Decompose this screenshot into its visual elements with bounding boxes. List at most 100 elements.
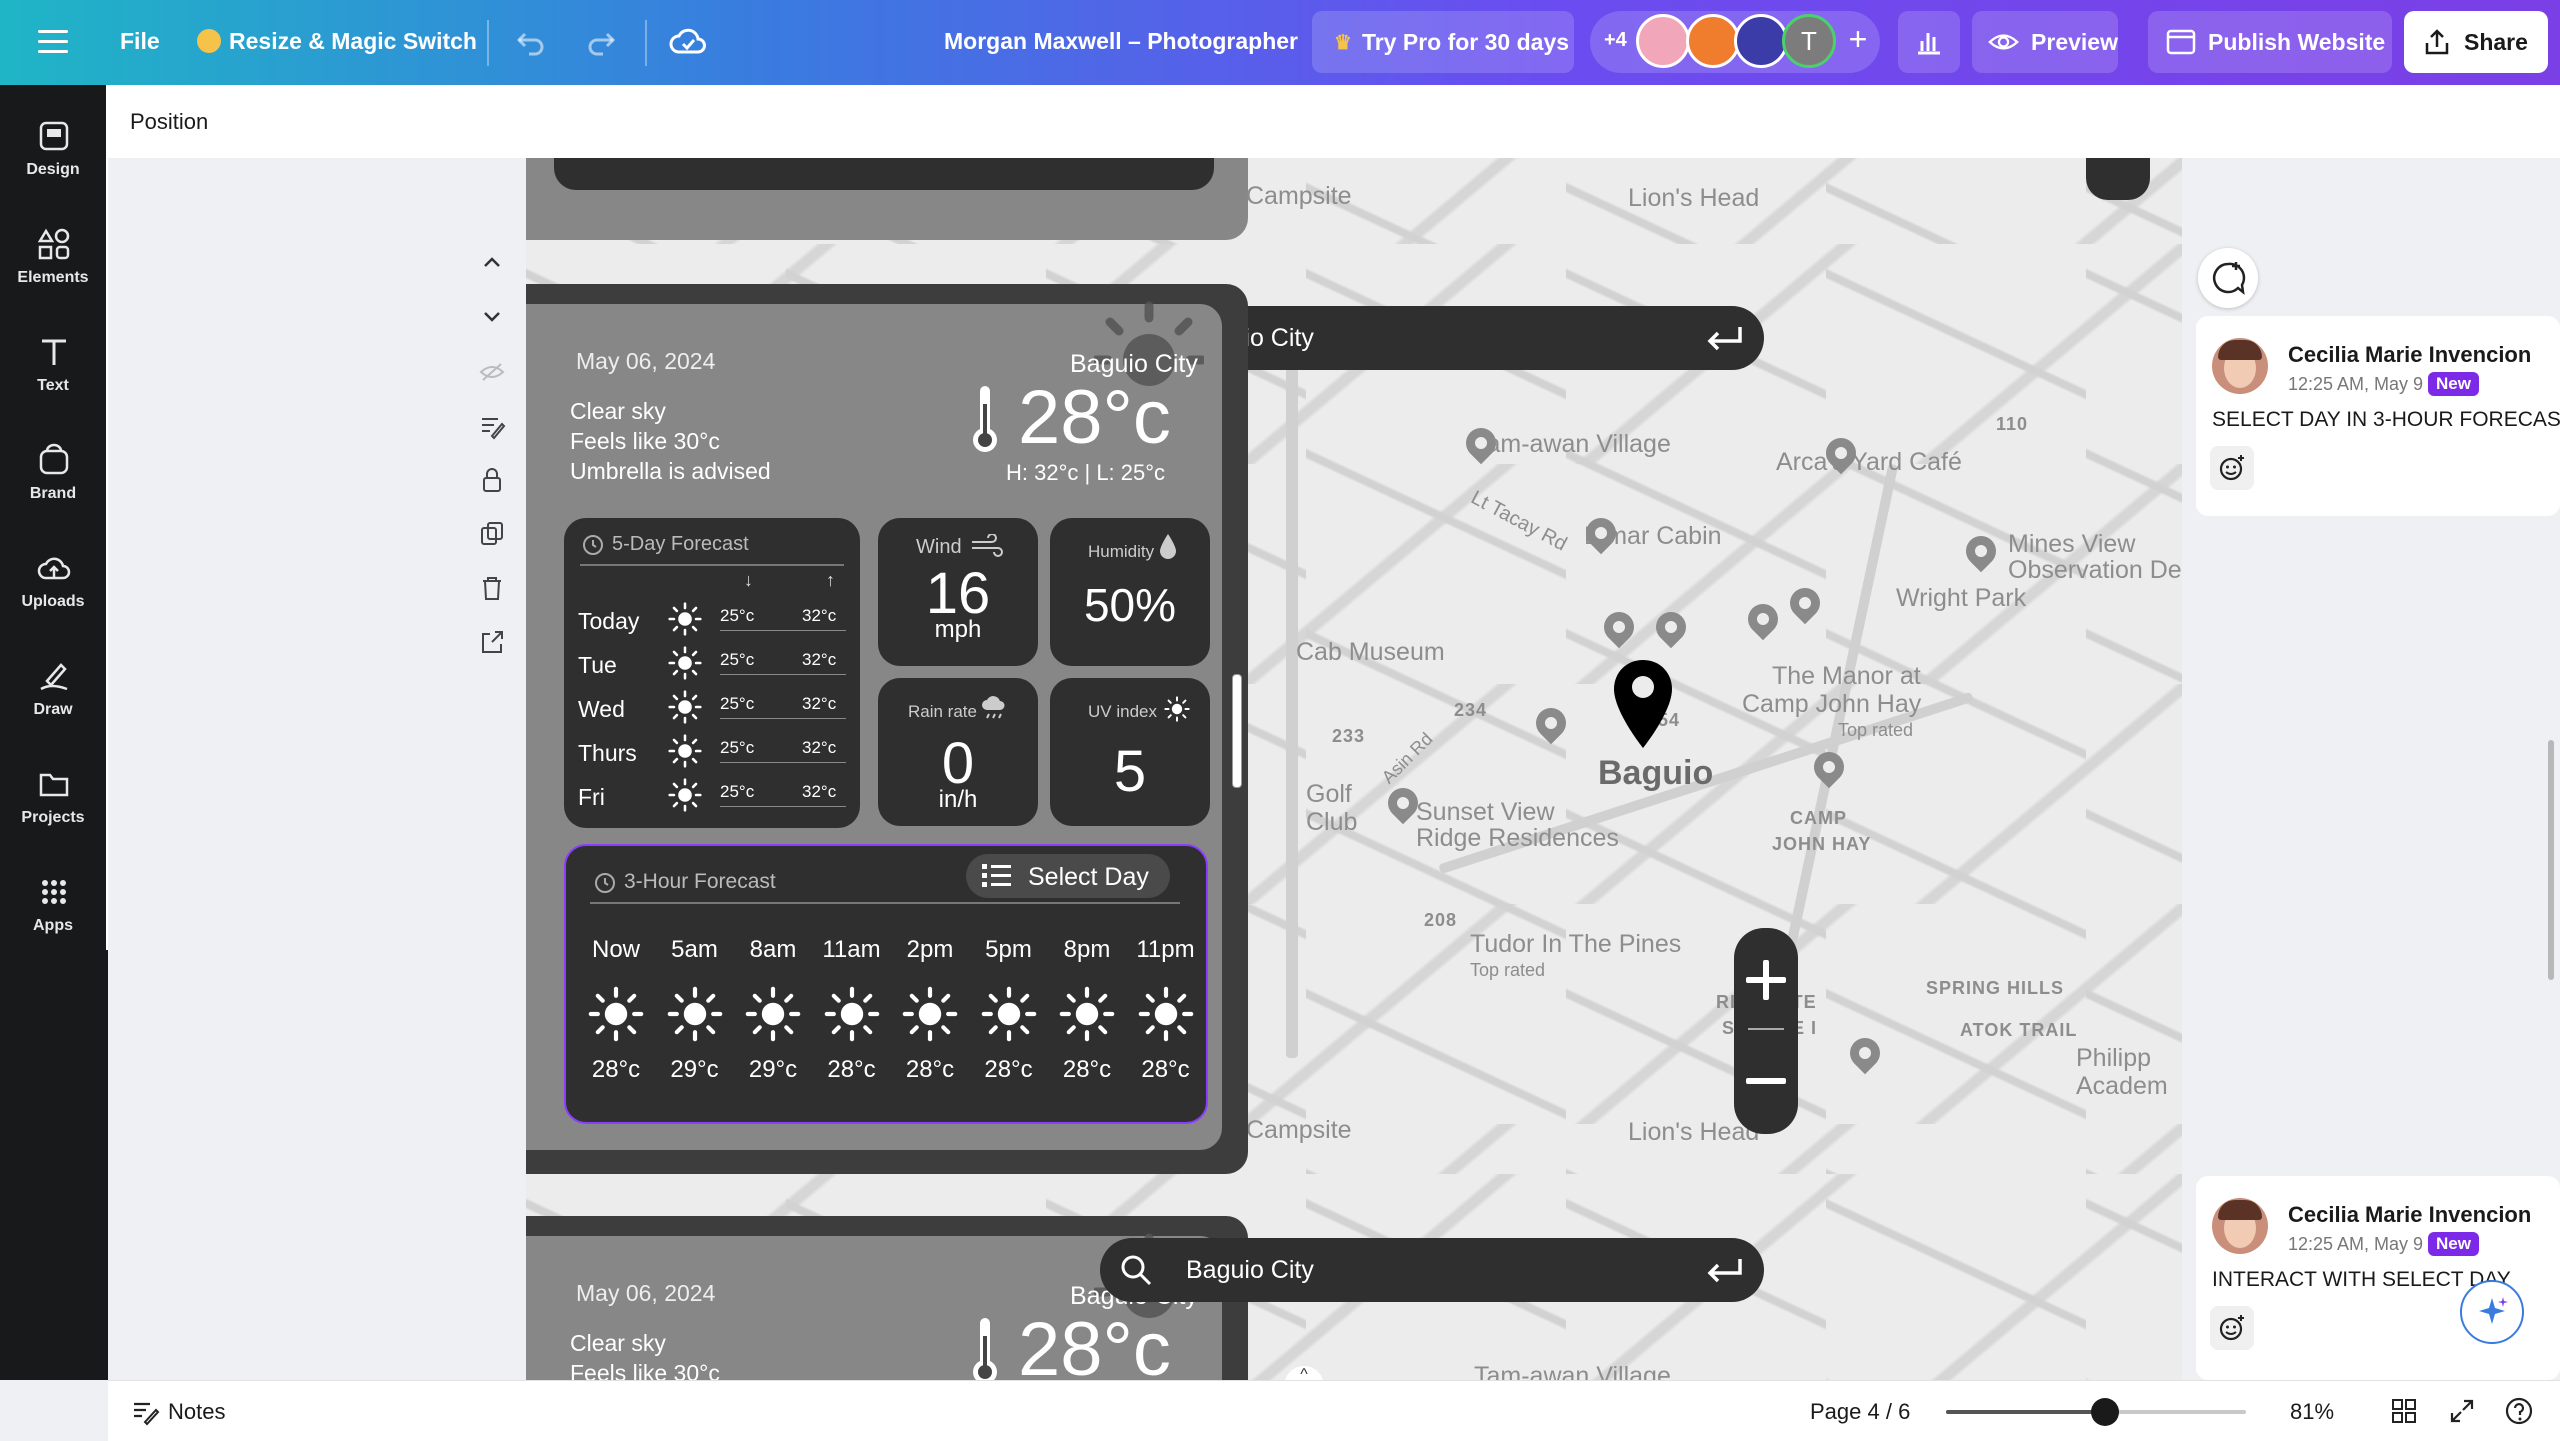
wind-tile[interactable]: Wind 16 mph xyxy=(878,518,1038,666)
crown-icon xyxy=(197,29,221,53)
hourly-forecast-item[interactable]: 5pm 28°c xyxy=(971,936,1047,1106)
comment-card[interactable]: Cecilia Marie Invencion 12:25 AM, May 9 … xyxy=(2196,1176,2560,1380)
location-marker-icon[interactable] xyxy=(1612,658,1674,750)
hourly-forecast-item[interactable]: 11am 28°c xyxy=(814,936,890,1106)
weather-date: May 06, 2024 xyxy=(576,348,716,374)
avatar[interactable] xyxy=(1636,14,1690,68)
preview-button[interactable]: Preview xyxy=(1972,11,2118,73)
sidebar-item-design[interactable]: Design xyxy=(0,107,106,207)
delete-icon[interactable] xyxy=(478,574,506,602)
weather-condition: Clear sky xyxy=(570,1330,666,1356)
forecast-day-row[interactable]: Fri 25°c 32°c xyxy=(564,776,860,816)
zoom-slider-thumb[interactable] xyxy=(2091,1398,2119,1426)
hour-label: Now xyxy=(591,936,640,963)
file-menu[interactable]: File xyxy=(120,28,160,55)
new-badge: New xyxy=(2428,1232,2479,1256)
comment-card[interactable]: Cecilia Marie Invencion 12:25 AM, May 9 … xyxy=(2196,316,2560,516)
forecast-day-row[interactable]: Wed 25°c 32°c xyxy=(564,688,860,728)
forecast-panel-previous xyxy=(554,158,1214,190)
avatar[interactable]: T xyxy=(1782,14,1836,68)
design-canvas[interactable]: Campsite Lion's Head Tam-awan Village Ar… xyxy=(108,158,2182,1380)
map-label: Philipp xyxy=(2076,1044,2152,1072)
avatar-letter: T xyxy=(1801,26,1817,56)
hourly-forecast-item[interactable]: 8am 29°c xyxy=(735,936,811,1106)
add-reaction-icon[interactable] xyxy=(2210,1306,2254,1350)
notes-button[interactable]: Notes xyxy=(168,1399,225,1425)
sidebar-item-elements[interactable]: Elements xyxy=(0,215,106,315)
droplet-icon xyxy=(1160,534,1176,559)
rain-rate-tile[interactable]: Rain rate 0 in/h xyxy=(878,678,1038,826)
select-day-button[interactable]: Select Day xyxy=(966,854,1170,898)
forecast-day-row[interactable]: Today 25°c 32°c xyxy=(564,600,860,640)
sidebar-item-uploads[interactable]: Uploads xyxy=(0,539,106,639)
five-day-forecast-panel[interactable]: 5-Day Forecast ↓ ↑ Today 25°c 32°c Tue 25°c 3… xyxy=(564,518,860,828)
hide-icon[interactable] xyxy=(478,358,506,386)
document-title[interactable]: Morgan Maxwell – Photographer xyxy=(944,28,1298,55)
try-pro-button[interactable]: ♛ Try Pro for 30 days xyxy=(1312,11,1574,73)
export-icon[interactable] xyxy=(478,628,506,656)
zoom-divider xyxy=(1748,1028,1784,1030)
page-up-icon[interactable] xyxy=(480,250,504,274)
sidebar-item-draw[interactable]: Draw xyxy=(0,647,106,747)
hourly-forecast-item[interactable]: 11pm 28°c xyxy=(1128,936,1204,1106)
sidebar-item-apps[interactable]: Apps xyxy=(0,863,106,963)
sidebar-item-projects[interactable]: Projects xyxy=(0,755,106,855)
duplicate-icon[interactable] xyxy=(478,520,506,548)
enter-arrow-icon[interactable] xyxy=(1704,1255,1744,1285)
map-search-bar[interactable]: Baguio City xyxy=(1100,1238,1764,1302)
hourly-forecast-item[interactable]: 5am 29°c xyxy=(657,936,733,1106)
share-button[interactable]: Share xyxy=(2404,11,2548,73)
sun-icon xyxy=(745,986,801,1042)
forecast-day-row[interactable]: Thurs 25°c 32°c xyxy=(564,732,860,772)
grid-view-icon[interactable] xyxy=(2390,1397,2418,1425)
forecast-low: 25°c xyxy=(720,606,755,625)
three-hour-forecast-panel[interactable]: 3-Hour Forecast Select Day Now 28°c 5am 29°… xyxy=(564,844,1208,1124)
add-collaborator-icon[interactable]: + xyxy=(1843,23,1873,55)
zoom-in-icon[interactable] xyxy=(1746,960,1786,1000)
lock-icon[interactable] xyxy=(478,466,506,494)
divider xyxy=(487,20,489,66)
hourly-forecast-item[interactable]: 2pm 28°c xyxy=(892,936,968,1106)
notes-icon[interactable] xyxy=(130,1396,160,1426)
uv-index-tile[interactable]: UV index 5 xyxy=(1050,678,1210,826)
zoom-out-icon[interactable] xyxy=(1746,1078,1786,1084)
wind-label: Wind xyxy=(916,536,962,558)
sidebar-item-brand[interactable]: Brand xyxy=(0,431,106,531)
bar-chart-icon xyxy=(1918,33,1940,55)
redo-icon[interactable] xyxy=(583,24,619,60)
add-reaction-icon[interactable] xyxy=(2210,446,2254,490)
map-label: Tam-awan Village xyxy=(1474,1362,1671,1380)
publish-website-button[interactable]: Publish Website xyxy=(2148,11,2392,73)
fullscreen-icon[interactable] xyxy=(2448,1397,2476,1425)
zoom-slider[interactable] xyxy=(1946,1398,2246,1426)
avatar[interactable] xyxy=(2212,338,2268,394)
hourly-forecast-item[interactable]: Now 28°c xyxy=(578,936,654,1106)
page-indicator[interactable]: Page 4 / 6 xyxy=(1810,1399,1910,1425)
hourly-forecast-item[interactable]: 8pm 28°c xyxy=(1049,936,1125,1106)
hour-temperature: 28°c xyxy=(827,1056,876,1083)
map-search-value[interactable]: Baguio City xyxy=(1186,1256,1314,1285)
resize-magic-switch-button[interactable]: Resize & Magic Switch xyxy=(229,28,477,55)
avatar[interactable] xyxy=(1686,14,1740,68)
edit-notes-icon[interactable] xyxy=(478,412,506,440)
zoom-level[interactable]: 81% xyxy=(2290,1399,2334,1425)
help-icon[interactable] xyxy=(2504,1396,2534,1426)
page-down-icon[interactable] xyxy=(480,304,504,328)
insights-button[interactable] xyxy=(1898,11,1960,73)
sidebar-item-text[interactable]: Text xyxy=(0,323,106,423)
avatar[interactable] xyxy=(1734,14,1788,68)
menu-icon[interactable] xyxy=(38,28,68,54)
add-comment-icon[interactable] xyxy=(2198,248,2258,308)
current-temperature: 28°c xyxy=(1018,375,1171,460)
cloud-save-icon[interactable] xyxy=(668,22,708,62)
page-scroll-handle[interactable] xyxy=(1232,674,1242,788)
forecast-day-row[interactable]: Tue 25°c 32°c xyxy=(564,644,860,684)
humidity-tile[interactable]: Humidity 50% xyxy=(1050,518,1210,666)
magic-assistant-icon[interactable] xyxy=(2460,1280,2524,1344)
undo-icon[interactable] xyxy=(513,24,549,60)
avatar[interactable] xyxy=(2212,1198,2268,1254)
position-button[interactable]: Position xyxy=(130,109,208,135)
comments-scrollbar[interactable] xyxy=(2548,740,2554,980)
enter-arrow-icon[interactable] xyxy=(1704,323,1744,353)
extra-collaborators-count[interactable]: +4 xyxy=(1604,29,1627,52)
